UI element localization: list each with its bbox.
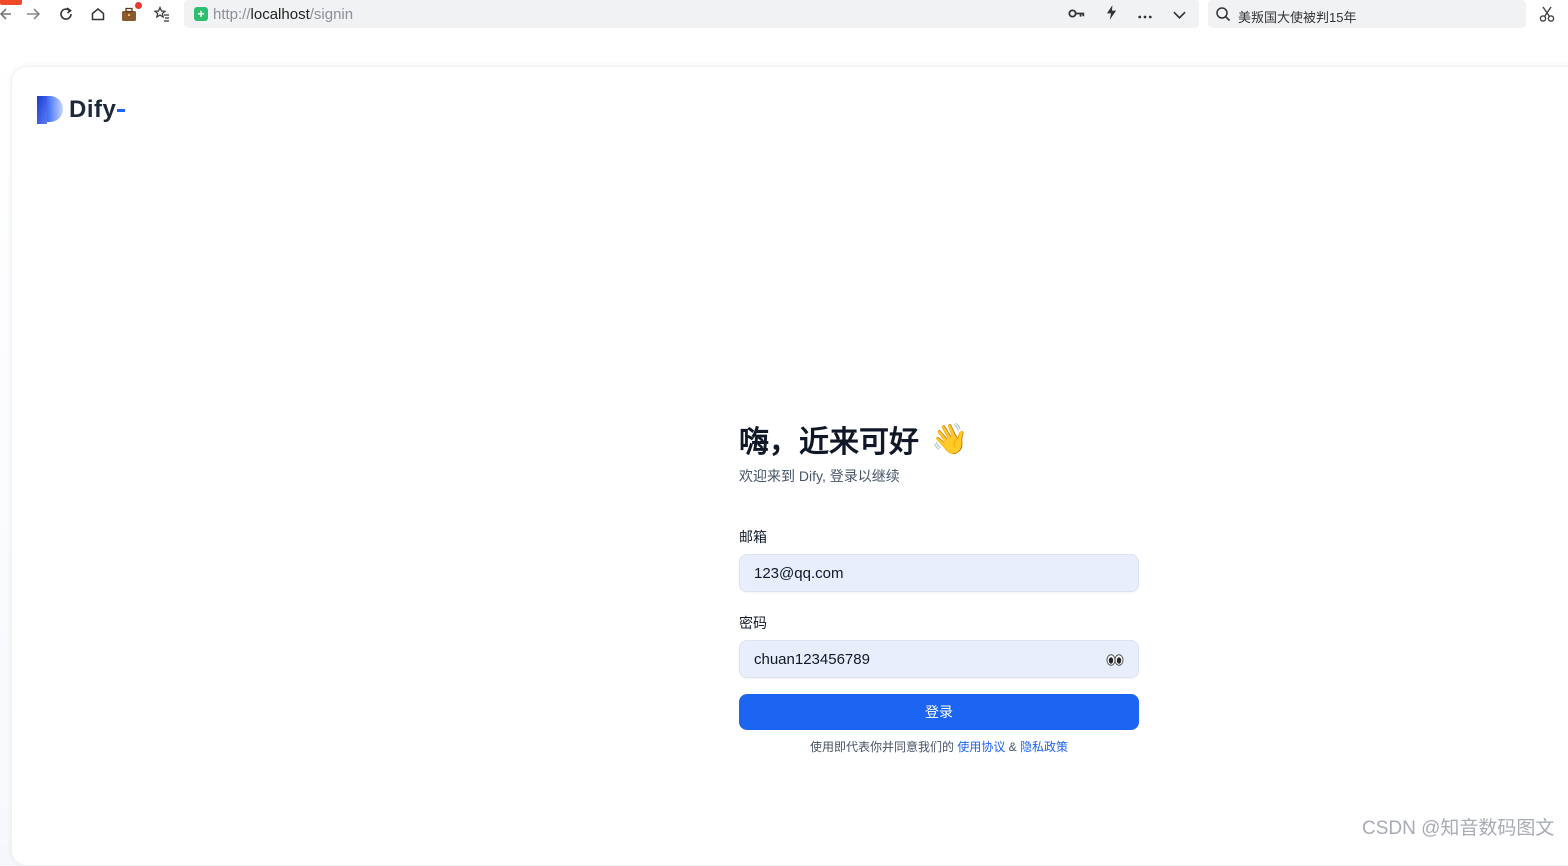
- watermark: CSDN @知音数码图文: [1362, 818, 1555, 839]
- back-icon[interactable]: [0, 4, 14, 24]
- password-label: 密码: [739, 615, 767, 631]
- email-value: 123@qq.com: [754, 564, 844, 582]
- forward-icon[interactable]: [24, 4, 44, 24]
- reload-icon[interactable]: [56, 4, 76, 24]
- privacy-policy-link[interactable]: 隐私政策: [1020, 740, 1068, 754]
- url-scheme: http://: [213, 6, 251, 23]
- search-icon: [1216, 7, 1231, 22]
- terms-and: &: [1008, 740, 1017, 754]
- browser-toolbar: + http://localhost/signin 美叛国大使被判15年: [0, 0, 1568, 28]
- address-bar[interactable]: + http://localhost/signin: [184, 0, 1199, 28]
- home-icon[interactable]: [88, 4, 108, 24]
- key-icon[interactable]: [1067, 6, 1087, 22]
- url-text[interactable]: http://localhost/signin: [213, 6, 353, 23]
- wave-emoji: 👋: [931, 422, 969, 456]
- title-text: 嗨，近来可好: [739, 426, 919, 459]
- signin-form: 嗨，近来可好 👋 欢迎来到 Dify, 登录以继续 邮箱 123@qq.com …: [739, 418, 1139, 754]
- password-field[interactable]: chuan123456789: [739, 640, 1139, 678]
- email-field[interactable]: 123@qq.com: [739, 554, 1139, 592]
- terms-of-use-link[interactable]: 使用协议: [957, 740, 1005, 754]
- logo-text: Dify: [69, 96, 117, 123]
- search-box[interactable]: 美叛国大使被判15年: [1208, 0, 1526, 28]
- show-password-eyes-icon[interactable]: [1106, 654, 1124, 666]
- terms-prefix: 使用即代表你并同意我们的: [809, 740, 954, 754]
- dify-logo[interactable]: Dify: [37, 95, 126, 125]
- page-title: 嗨，近来可好 👋: [739, 418, 1139, 460]
- notification-dot: [135, 2, 142, 9]
- scissors-icon[interactable]: [1538, 5, 1556, 23]
- secure-shield-icon: +: [194, 7, 208, 21]
- email-label: 邮箱: [739, 529, 767, 545]
- dify-logo-mark: [37, 96, 63, 124]
- password-value: chuan123456789: [754, 650, 870, 668]
- search-text[interactable]: 美叛国大使被判15年: [1238, 7, 1356, 26]
- favorites-icon[interactable]: [152, 4, 172, 24]
- url-host: localhost: [250, 6, 310, 23]
- url-path: /signin: [309, 6, 354, 23]
- more-icon[interactable]: [1135, 6, 1155, 22]
- logo-underscore: [117, 108, 126, 112]
- lightning-icon[interactable]: [1101, 5, 1121, 23]
- signin-button[interactable]: 登录: [739, 694, 1139, 730]
- page-subtitle: 欢迎来到 Dify, 登录以继续: [739, 468, 900, 484]
- chevron-down-icon[interactable]: [1169, 6, 1189, 22]
- terms-text: 使用即代表你并同意我们的 使用协议 & 隐私政策: [739, 738, 1139, 755]
